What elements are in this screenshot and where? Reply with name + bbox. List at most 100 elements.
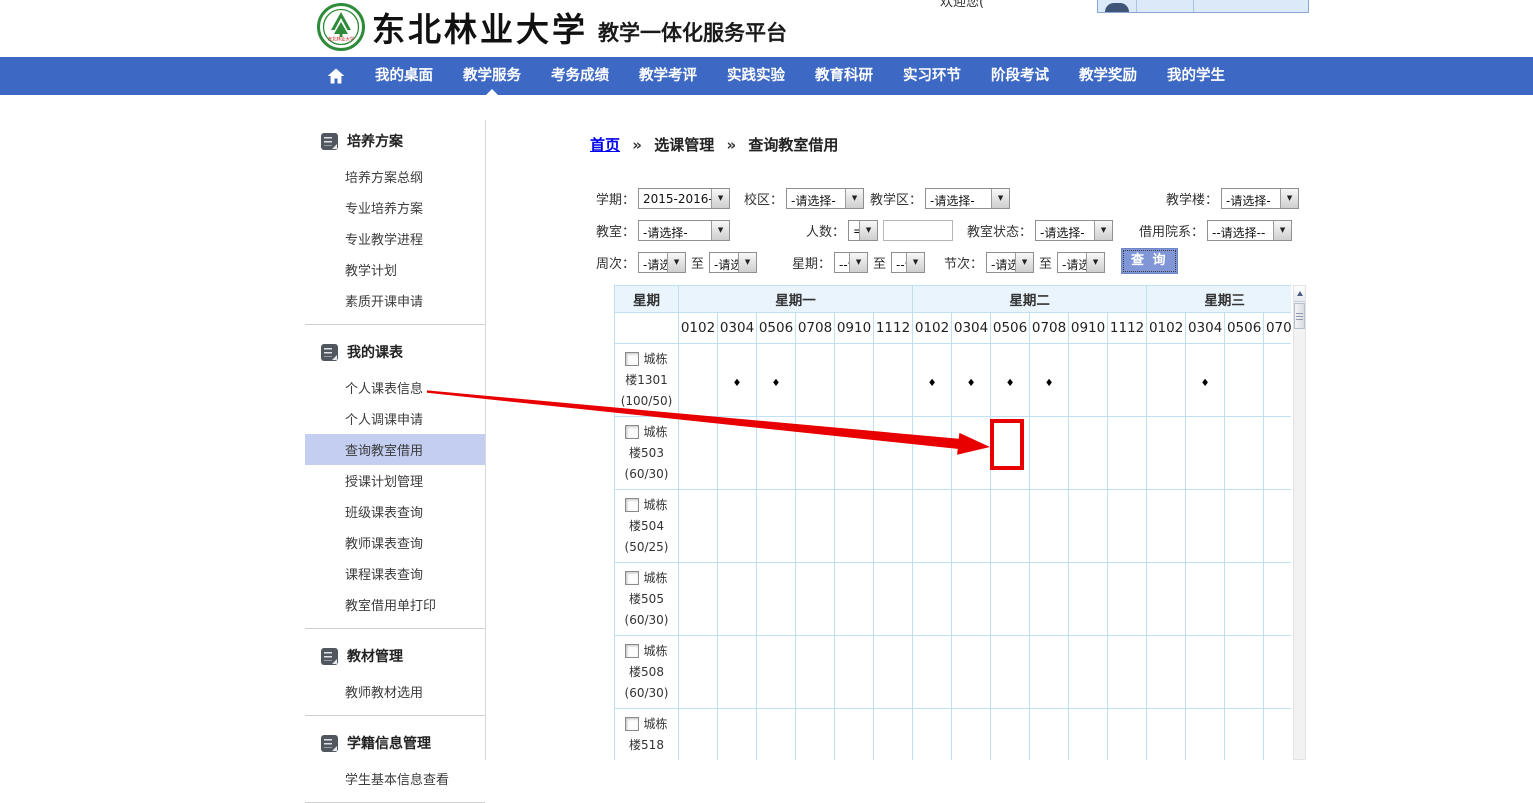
room-name-cell: 城栋楼504(50/25) [615,490,679,563]
room-checkbox[interactable] [625,644,639,658]
schedule-cell [1264,490,1291,563]
nav-item-6[interactable]: 教育科研 [800,57,888,95]
building-select[interactable]: -请选择- ▼ [1221,188,1299,209]
user-toolbar-section[interactable] [1194,0,1308,12]
sidebar-item[interactable]: 教室借用单打印 [305,589,485,620]
nav-item-1[interactable]: 我的桌面 [360,57,448,95]
sidebar-item[interactable]: 个人课表信息 [305,372,485,403]
dropdown-arrow-icon: ▼ [1273,221,1291,240]
sidebar-section-header[interactable]: 我的课表 [305,331,485,372]
weeks-to-value: -请选择- [710,253,738,272]
sidebar-section-title: 培养方案 [347,131,403,151]
schedule-cell [874,636,913,709]
schedule-cell [1264,417,1291,490]
nav-item-10[interactable]: 我的学生 [1152,57,1240,95]
query-button[interactable]: 查 询 [1121,248,1178,274]
slot-header: 1112 [874,313,913,344]
nav-item-8[interactable]: 阶段考试 [976,57,1064,95]
sidebar-item[interactable]: 学生基本信息查看 [305,763,485,794]
periods-to-select[interactable]: -请选择- ▼ [1057,252,1105,273]
schedule-cell: ♦ [718,344,757,417]
room-name-cell: 城栋楼505(60/30) [615,563,679,636]
borrow-dept-select[interactable]: --请选择-- ▼ [1207,220,1292,241]
weeks-from-select[interactable]: -请选择- ▼ [638,252,686,273]
nav-item-5[interactable]: 实践实验 [712,57,800,95]
weeks-to-select[interactable]: -请选择- ▼ [709,252,757,273]
schedule-cell [1147,709,1186,761]
schedule-cell [991,563,1030,636]
teach-area-select[interactable]: -请选择- ▼ [925,188,1010,209]
dropdown-arrow-icon: ▼ [849,253,867,272]
nav-item-4[interactable]: 教学考评 [624,57,712,95]
semester-value: 2015-2016-1 [639,189,711,208]
schedule-cell [913,563,952,636]
sidebar-item[interactable]: 教师教材选用 [305,676,485,707]
schedule-cell: ♦ [913,344,952,417]
schedule-cell [679,417,718,490]
breadcrumb-level2: 选课管理 [654,136,714,154]
schedule-cell [835,417,874,490]
schedule-cell [874,490,913,563]
scroll-up-button[interactable] [1294,286,1305,302]
classroom-value: -请选择- [639,221,711,240]
room-name-cell: 城栋楼1301(100/50) [615,344,679,417]
room-status-value: -请选择- [1036,221,1094,240]
room-status-select[interactable]: -请选择- ▼ [1035,220,1113,241]
sidebar-section-header[interactable]: 培养方案 [305,120,485,161]
sidebar-item[interactable]: 课程课表查询 [305,558,485,589]
home-icon[interactable] [326,66,346,86]
schedule-cell [679,563,718,636]
schedule-cell [835,709,874,761]
sidebar-item-selected[interactable]: 查询教室借用 [305,434,485,465]
campus-select[interactable]: -请选择- ▼ [786,188,864,209]
nav-item-3[interactable]: 考务成绩 [536,57,624,95]
nav-item-7[interactable]: 实习环节 [888,57,976,95]
sidebar: 培养方案培养方案总纲专业培养方案专业教学进程教学计划素质开课申请我的课表个人课表… [305,120,486,760]
weekday-to-select[interactable]: --请选择-- ▼ [891,252,925,273]
semester-select[interactable]: 2015-2016-1 ▼ [638,188,730,209]
room-checkbox[interactable] [625,571,639,585]
welcome-text: 欢迎您( [940,0,1090,11]
room-name-part: 楼504 [615,516,678,537]
user-toolbar[interactable] [1097,0,1309,13]
room-checkbox[interactable] [625,425,639,439]
sidebar-item[interactable]: 班级课表查询 [305,496,485,527]
classroom-select[interactable]: -请选择- ▼ [638,220,730,241]
schedule-cell [1186,417,1225,490]
logo-area: 东北林业大学 东北林业大学 教学一体化服务平台 [316,2,787,52]
sidebar-item[interactable]: 教师课表查询 [305,527,485,558]
nav-item-9[interactable]: 教学奖励 [1064,57,1152,95]
schedule-cell [1069,417,1108,490]
people-count-input[interactable] [883,220,953,241]
sidebar-item[interactable]: 个人调课申请 [305,403,485,434]
schedule-cell [757,417,796,490]
sidebar-section-header[interactable]: 学籍信息管理 [305,722,485,763]
vertical-scrollbar[interactable] [1293,285,1306,760]
breadcrumb-home-link[interactable]: 首页 [590,136,620,154]
schedule-cell [991,417,1030,490]
scrollbar-thumb[interactable] [1294,303,1305,329]
user-toolbar-section[interactable] [1137,0,1194,12]
sidebar-item[interactable]: 授课计划管理 [305,465,485,496]
sidebar-item[interactable]: 专业教学进程 [305,223,485,254]
sidebar-section-header[interactable]: 教材管理 [305,635,485,676]
sidebar-item[interactable]: 专业培养方案 [305,192,485,223]
room-checkbox[interactable] [625,717,639,731]
nav-item-2[interactable]: 教学服务 [448,57,536,95]
sidebar-item[interactable]: 素质开课申请 [305,285,485,316]
room-checkbox[interactable] [625,352,639,366]
dropdown-arrow-icon: ▼ [906,253,924,272]
room-checkbox[interactable] [625,498,639,512]
people-operator-value: = [849,221,859,240]
sidebar-item[interactable]: 培养方案总纲 [305,161,485,192]
periods-from-select[interactable]: -请选择- ▼ [986,252,1034,273]
avatar[interactable] [1098,0,1137,12]
schedule-cell [1108,709,1147,761]
weekday-from-select[interactable]: --请选择-- ▼ [834,252,868,273]
sidebar-item[interactable]: 教学计划 [305,254,485,285]
university-name: 东北林业大学 [372,3,588,51]
occupied-mark: ♦ [1045,378,1054,389]
people-operator-select[interactable]: = ▼ [848,220,878,241]
university-emblem-icon: 东北林业大学 [316,2,366,52]
schedule-cell [796,490,835,563]
